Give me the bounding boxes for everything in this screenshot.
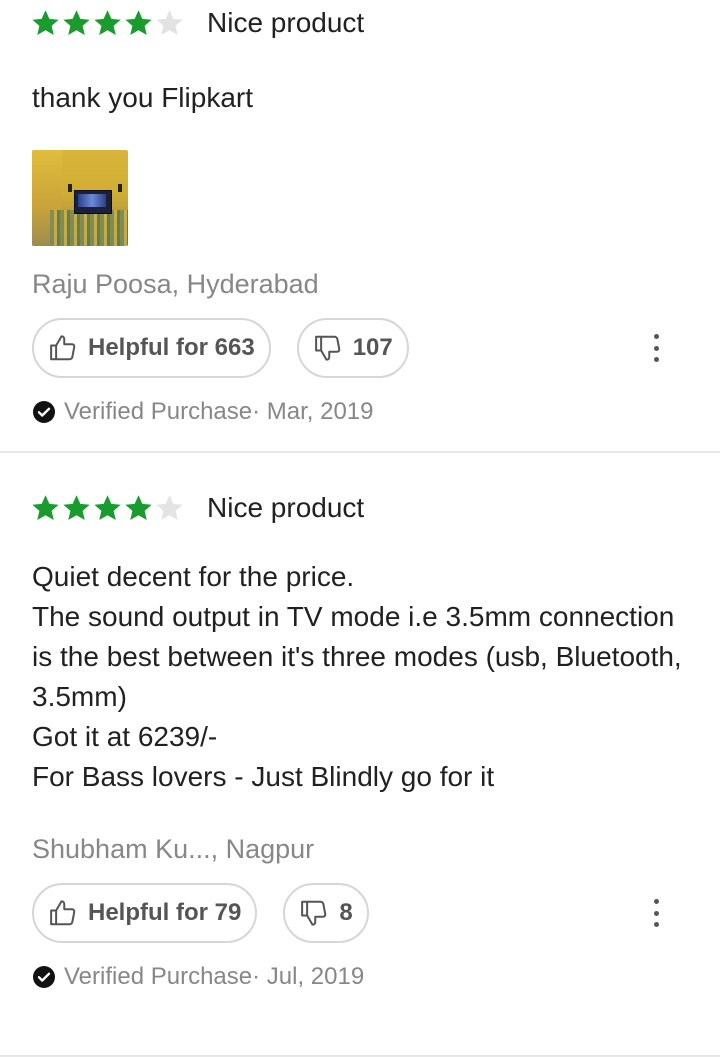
thumbs-down-icon [299,898,329,928]
review-text: thank you Flipkart [32,82,253,113]
check-circle-icon [32,400,56,424]
star-icon [61,8,92,38]
star-empty-icon [154,8,185,38]
review-card: Nice product thank you Flipkart Raju Poo… [0,0,720,451]
reviewer-name: Raju Poosa, Hyderabad [32,269,319,299]
helpful-label: Helpful for 663 [88,334,255,361]
reviewer-name: Shubham Ku..., Nagpur [32,834,315,864]
dislike-button[interactable]: 8 [283,883,369,943]
star-icon [30,8,61,38]
helpful-label: Helpful for 79 [88,899,242,926]
rating-row: Nice product [32,485,688,531]
review-title: Nice product [207,492,365,523]
star-icon [123,8,154,38]
star-icon [61,493,92,523]
star-icon [30,493,61,523]
star-icon [92,493,123,523]
more-vertical-icon[interactable] [644,899,668,927]
rating-row: Nice product [32,0,688,46]
star-icon [123,493,154,523]
verified-purchase: Verified Purchase· Jul, 2019 [32,963,688,991]
check-circle-icon [32,965,56,989]
review-photo[interactable] [32,150,128,246]
review-text: Quiet decent for the price. The sound ou… [32,561,682,792]
divider [0,451,720,453]
review-actions: Helpful for 663 107 [32,316,688,380]
helpful-button[interactable]: Helpful for 79 [32,883,258,943]
photo-speaker [118,184,122,192]
photo-tv-screen [78,194,106,207]
thumbs-up-icon [48,898,78,928]
photo-speaker [68,184,72,192]
photo-decor [50,210,128,246]
verified-purchase: Verified Purchase· Mar, 2019 [32,398,688,426]
verified-text: Verified Purchase· Mar, 2019 [64,398,374,425]
verified-text: Verified Purchase· Jul, 2019 [64,963,365,990]
star-icon [92,8,123,38]
dislike-count: 8 [339,899,353,926]
dislike-button[interactable]: 107 [296,318,409,378]
star-rating [30,493,185,523]
review-actions: Helpful for 79 8 [32,881,688,945]
thumbs-up-icon [48,333,78,363]
review-card: Nice product Quiet decent for the price.… [0,485,720,1055]
dislike-count: 107 [352,334,393,361]
thumbs-down-icon [313,333,343,363]
more-vertical-icon[interactable] [644,334,668,362]
helpful-button[interactable]: Helpful for 663 [32,318,271,378]
star-rating [30,8,185,38]
star-empty-icon [154,493,185,523]
review-title: Nice product [207,7,365,38]
